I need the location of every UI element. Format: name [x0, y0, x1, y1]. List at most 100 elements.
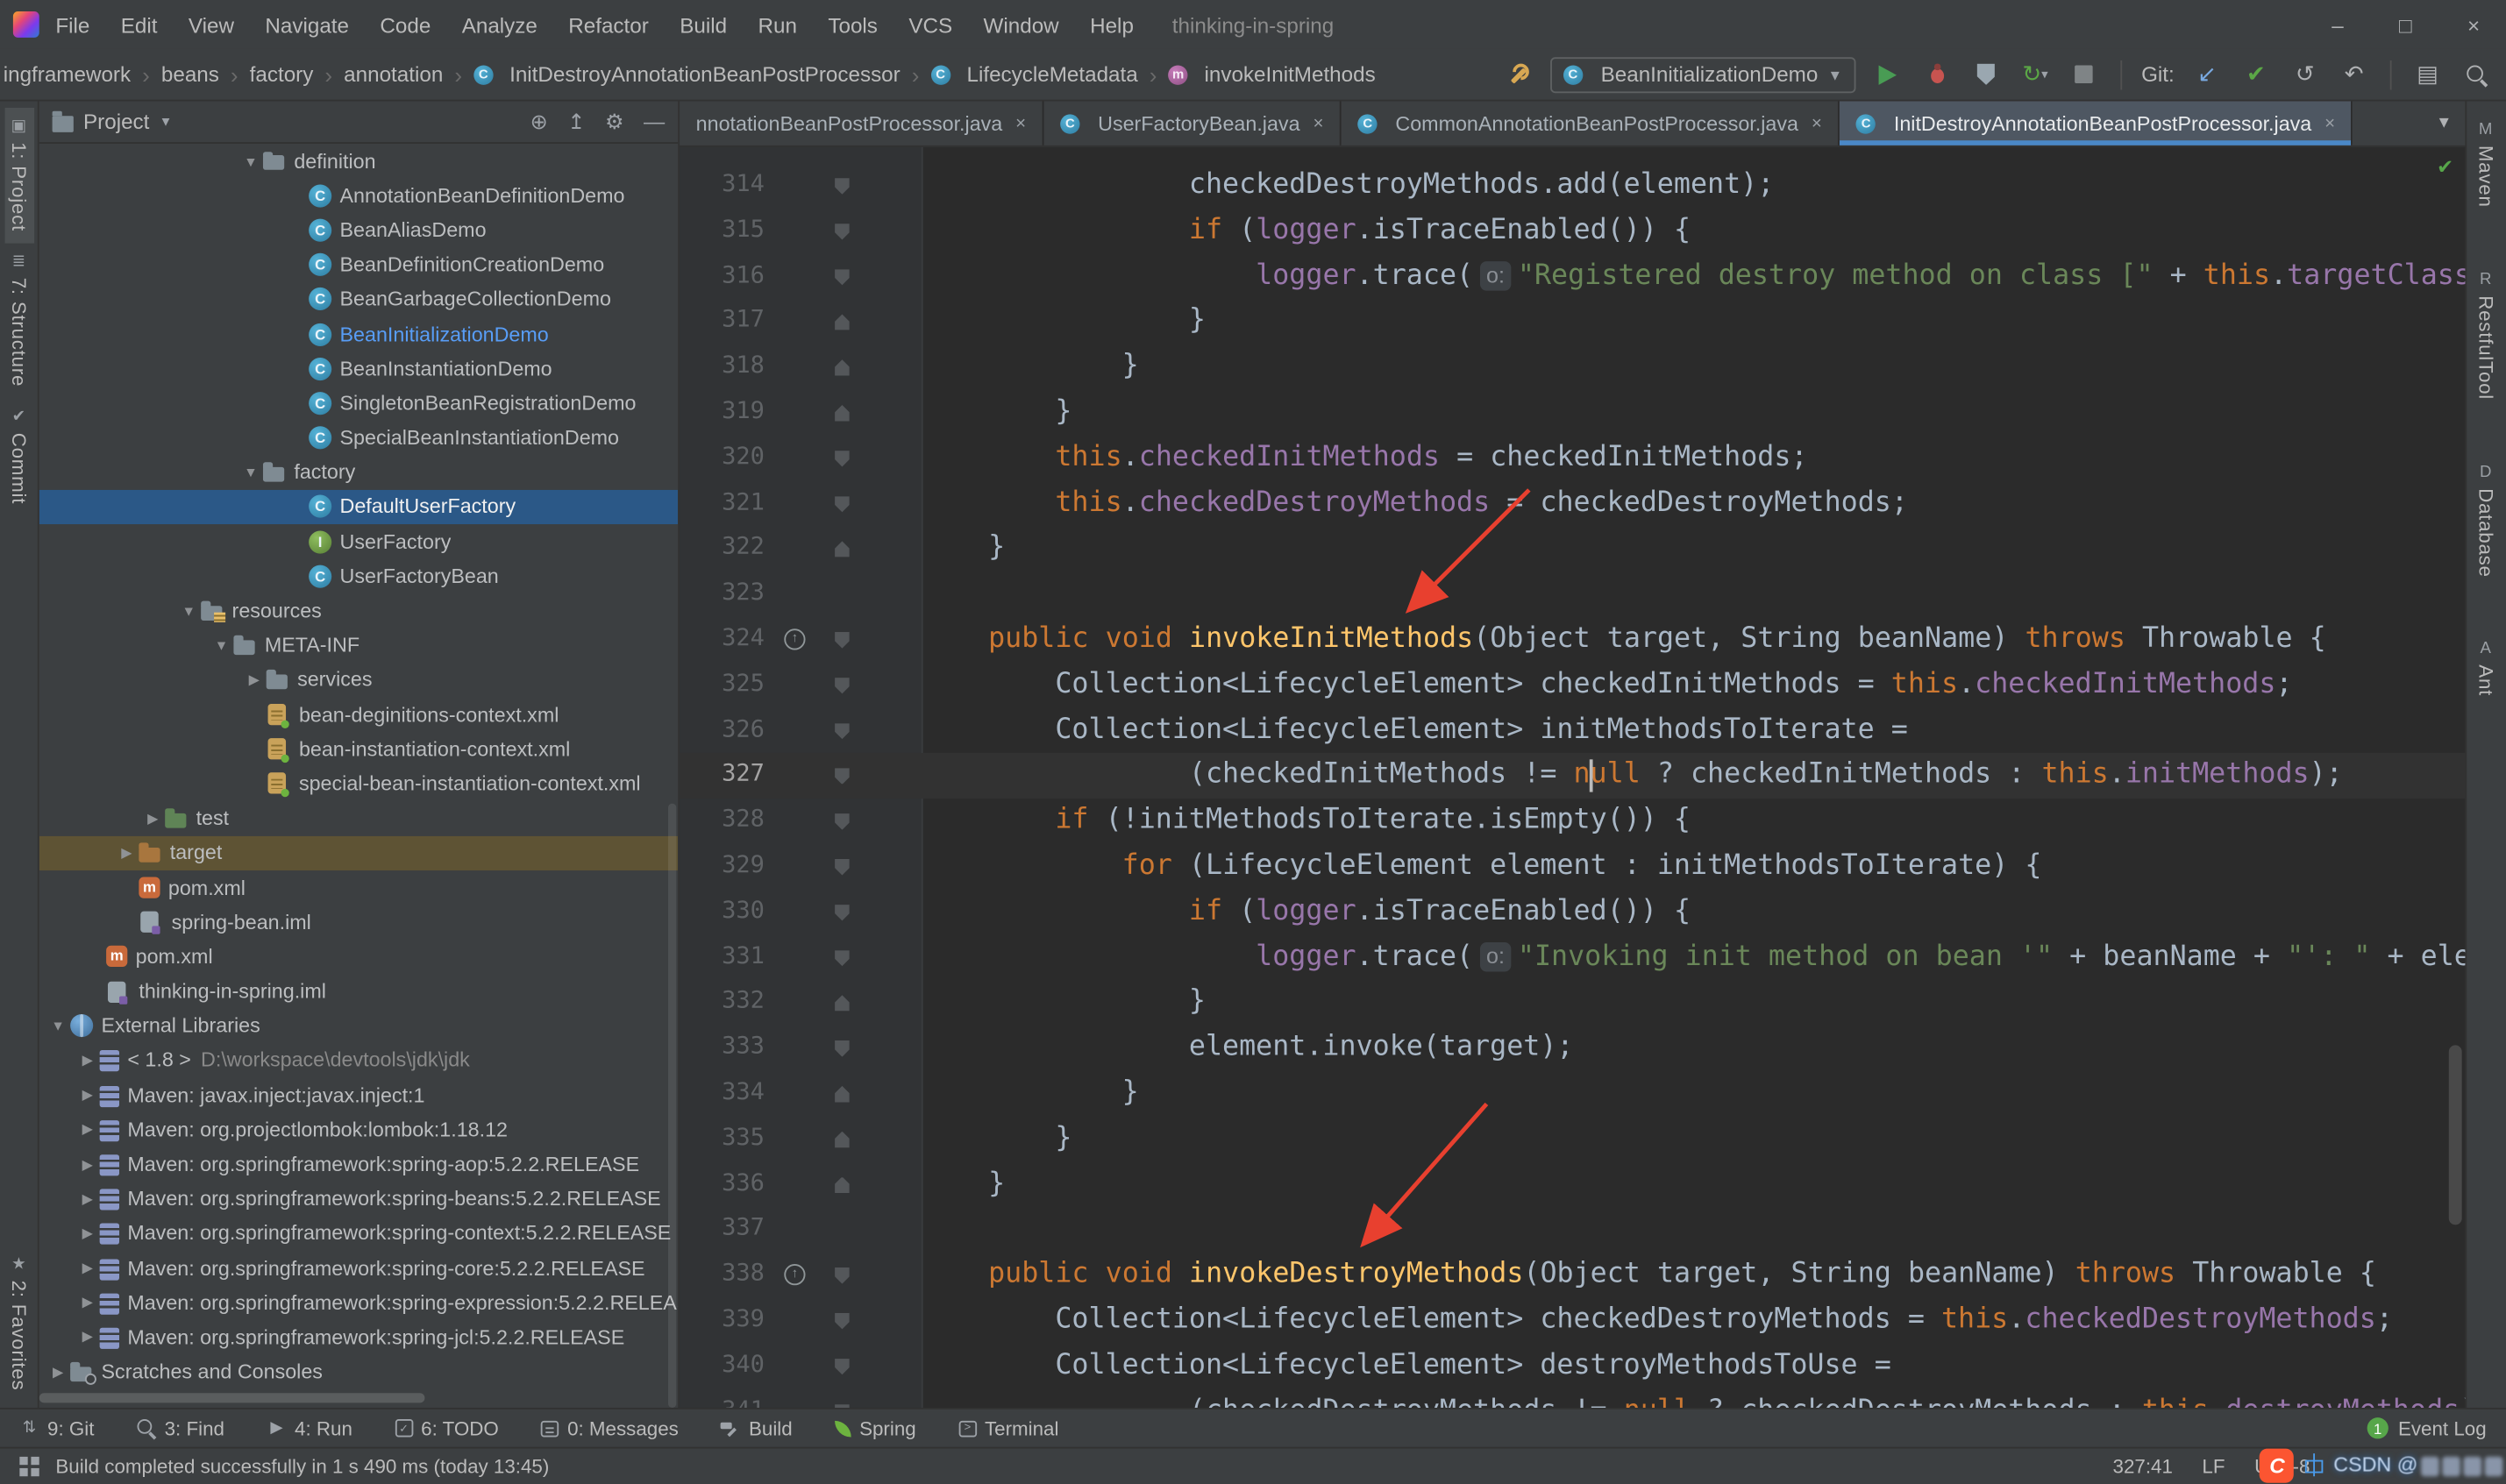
tree-item-specialbeaninstantiationdemo[interactable]: CSpecialBeanInstantiationDemo — [39, 421, 678, 455]
tree-item-spring-bean-iml[interactable]: spring-bean.iml — [39, 905, 678, 939]
code-line[interactable]: 335 } — [680, 1117, 2465, 1162]
menu-file[interactable]: File — [55, 12, 89, 37]
editor-tab-initdestroyannotationbeanpostprocessor-java[interactable]: CInitDestroyAnnotationBeanPostProcessor.… — [1840, 102, 2353, 146]
line-number[interactable]: 316 — [722, 254, 765, 300]
line-number[interactable]: 329 — [722, 844, 765, 890]
horizontal-scrollbar[interactable] — [39, 1393, 678, 1402]
menu-build[interactable]: Build — [680, 12, 727, 37]
fold-marker[interactable] — [835, 678, 850, 694]
line-number[interactable]: 334 — [722, 1071, 765, 1117]
chevron-right-icon[interactable]: ▶ — [75, 1329, 100, 1346]
tree-item-beandefinitioncreationdemo[interactable]: CBeanDefinitionCreationDemo — [39, 247, 678, 281]
breadcrumb-item-factory[interactable]: factory — [250, 62, 314, 87]
code-line[interactable]: 324↑ public void invokeInitMethods(Objec… — [680, 617, 2465, 663]
chevron-right-icon[interactable]: ▶ — [75, 1190, 100, 1208]
debug-button[interactable] — [1921, 58, 1954, 90]
chevron-right-icon[interactable]: ▶ — [46, 1363, 70, 1381]
gear-icon[interactable]: ⚙ — [605, 109, 624, 135]
tree-item-beangarbagecollectiondemo[interactable]: CBeanGarbageCollectionDemo — [39, 282, 678, 316]
tool-window-button-4-run[interactable]: ▶4: Run — [267, 1417, 352, 1439]
line-number[interactable]: 336 — [722, 1162, 765, 1208]
tool-window-button-spring[interactable]: Spring — [835, 1417, 916, 1439]
chevron-down-icon[interactable]: ▼ — [238, 465, 263, 481]
collapse-all-icon[interactable]: ↥ — [567, 109, 585, 135]
tree-item-external-libraries[interactable]: ▼External Libraries — [39, 1009, 678, 1043]
tree-item-defaultuserfactory[interactable]: CDefaultUserFactory — [39, 490, 678, 524]
menu-navigate[interactable]: Navigate — [265, 12, 349, 37]
line-number[interactable]: 331 — [722, 935, 765, 981]
fold-marker[interactable] — [835, 1403, 850, 1408]
editor-tab-commonannotationbeanpostprocessor-java[interactable]: CCommonAnnotationBeanPostProcessor.java× — [1342, 102, 1840, 146]
fold-marker[interactable] — [835, 359, 850, 376]
menu-run[interactable]: Run — [758, 12, 797, 37]
tree-item-maven-org-springframework-spring-aop-5-2-2-release[interactable]: ▶Maven: org.springframework:spring-aop:5… — [39, 1147, 678, 1182]
tree-item-beanaliasdemo[interactable]: CBeanAliasDemo — [39, 213, 678, 247]
menu-refactor[interactable]: Refactor — [568, 12, 649, 37]
line-number[interactable]: 328 — [722, 799, 765, 844]
coverage-button[interactable] — [1969, 58, 2002, 90]
tab-list-dropdown-icon[interactable]: ▼ — [2423, 114, 2465, 131]
tree-item-bean-instantiation-context-xml[interactable]: bean-instantiation-context.xml — [39, 732, 678, 766]
tree-item-target[interactable]: ▶target — [39, 835, 678, 870]
fold-marker[interactable] — [835, 949, 850, 966]
menu-help[interactable]: Help — [1090, 12, 1134, 37]
tree-item-maven-org-springframework-spring-core-5-2-2-release[interactable]: ▶Maven: org.springframework:spring-core:… — [39, 1251, 678, 1285]
chevron-right-icon[interactable]: ▶ — [75, 1155, 100, 1173]
code-line[interactable]: 338↑ public void invokeDestroyMethods(Ob… — [680, 1253, 2465, 1298]
overrides-icon[interactable]: ↑ — [784, 1264, 805, 1285]
code-line[interactable]: 325 Collection<LifecycleElement> checked… — [680, 663, 2465, 708]
caret-position[interactable]: 327:41 — [2113, 1455, 2173, 1478]
tool-window-switcher-icon[interactable] — [19, 1457, 39, 1476]
line-number[interactable]: 340 — [722, 1344, 765, 1389]
fold-marker[interactable] — [835, 1132, 850, 1148]
code-line[interactable]: 339 Collection<LifecycleElement> checked… — [680, 1298, 2465, 1344]
fold-marker[interactable] — [835, 995, 850, 1012]
tree-item-userfactory[interactable]: IUserFactory — [39, 524, 678, 558]
tree-item-scratches-and-consoles[interactable]: ▶Scratches and Consoles — [39, 1355, 678, 1389]
code-editor[interactable]: 314 checkedDestroyMethods.add(element);3… — [680, 147, 2465, 1408]
code-line[interactable]: 334 } — [680, 1071, 2465, 1117]
tree-item-definition[interactable]: ▼definition — [39, 144, 678, 178]
fold-marker[interactable] — [835, 1176, 850, 1193]
chevron-down-icon[interactable]: ▼ — [209, 637, 233, 654]
chevron-down-icon[interactable]: ▼ — [160, 114, 173, 129]
tool-stripe-maven[interactable]: MMaven — [2471, 111, 2501, 219]
run-button[interactable] — [1872, 58, 1904, 90]
tree-item-1-8[interactable]: ▶< 1.8 >D:\workspace\devtools\jdk\jdk — [39, 1043, 678, 1077]
fold-marker[interactable] — [835, 451, 850, 467]
line-number[interactable]: 318 — [722, 344, 765, 390]
tool-stripe-database[interactable]: DDatabase — [2471, 454, 2501, 589]
tool-stripe-2-favorites[interactable]: ★2: Favorites — [4, 1246, 34, 1402]
code-line[interactable]: 340 Collection<LifecycleElement> destroy… — [680, 1344, 2465, 1389]
hide-panel-icon[interactable]: — — [644, 109, 665, 135]
breadcrumb-item-beans[interactable]: beans — [161, 62, 219, 87]
menu-code[interactable]: Code — [380, 12, 431, 37]
code-line[interactable]: 322 } — [680, 527, 2465, 572]
line-number[interactable]: 320 — [722, 436, 765, 481]
line-number[interactable]: 322 — [722, 527, 765, 572]
menu-vcs[interactable]: VCS — [908, 12, 952, 37]
fold-marker[interactable] — [835, 1267, 850, 1284]
fold-marker[interactable] — [835, 541, 850, 557]
tree-item-pom-xml[interactable]: mpom.xml — [39, 870, 678, 905]
tool-window-button-9-git[interactable]: ⇅9: Git — [19, 1417, 94, 1439]
tree-item-maven-org-projectlombok-lombok-1-18-12[interactable]: ▶Maven: org.projectlombok:lombok:1.18.12 — [39, 1112, 678, 1147]
chevron-right-icon[interactable]: ▶ — [140, 809, 165, 827]
tree-item-maven-org-springframework-spring-expression-5-2-2-release[interactable]: ▶Maven: org.springframework:spring-expre… — [39, 1286, 678, 1320]
code-line[interactable]: 328 if (!initMethodsToIterate.isEmpty())… — [680, 799, 2465, 844]
git-history-icon[interactable]: ↺ — [2289, 58, 2321, 90]
breadcrumb-item-invokeinitmethods[interactable]: minvokeInitMethods — [1168, 62, 1375, 87]
code-line[interactable]: 327 (checkedInitMethods != null ? checke… — [680, 754, 2465, 799]
code-line[interactable]: 319 } — [680, 390, 2465, 436]
project-view-title[interactable]: Project — [83, 110, 149, 134]
tool-stripe-commit[interactable]: ✔Commit — [4, 398, 34, 515]
menu-edit[interactable]: Edit — [121, 12, 158, 37]
tree-item-meta-inf[interactable]: ▼META-INF — [39, 628, 678, 663]
maximize-button[interactable]: □ — [2399, 12, 2412, 37]
git-rollback-icon[interactable]: ↶ — [2338, 58, 2370, 90]
code-line[interactable]: 326 Collection<LifecycleElement> initMet… — [680, 708, 2465, 754]
line-number[interactable]: 326 — [722, 708, 765, 754]
tree-item-beaninstantiationdemo[interactable]: CBeanInstantiationDemo — [39, 351, 678, 386]
close-button[interactable]: × — [2467, 12, 2480, 37]
code-line[interactable]: 329 for (LifecycleElement element : init… — [680, 844, 2465, 890]
